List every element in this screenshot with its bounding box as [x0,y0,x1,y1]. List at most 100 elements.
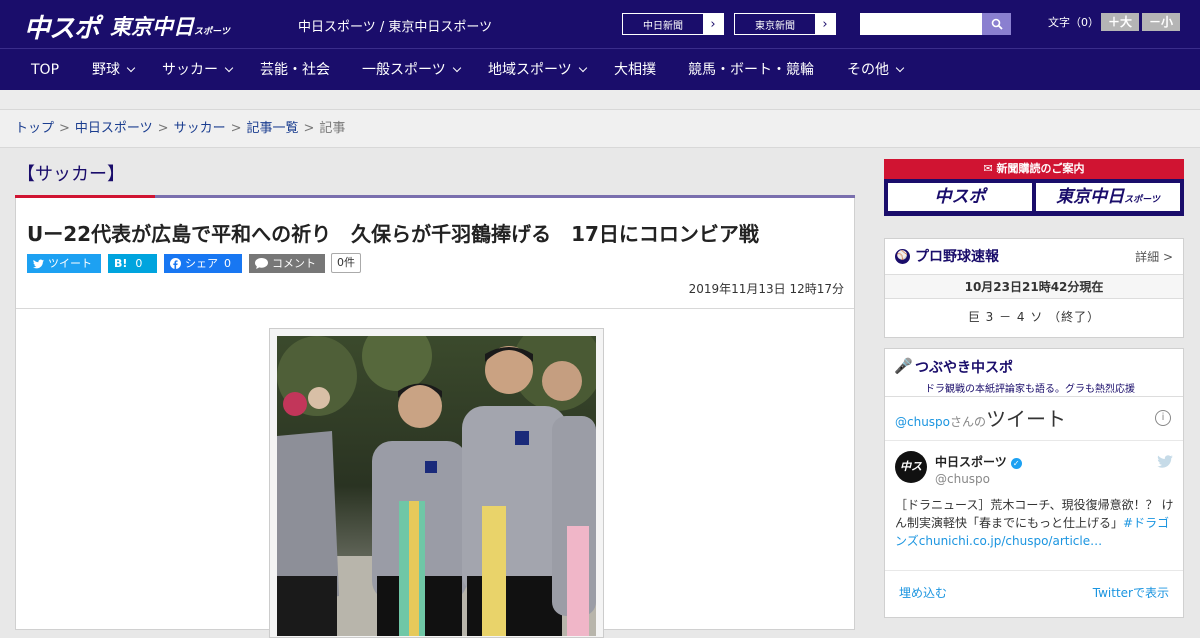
hatena-count: 0 [135,257,143,270]
article-photo-frame [269,328,604,638]
twitter-embed-title: @chuspoさんのツイート i [885,397,1183,441]
baseball-icon: ⚾ [895,249,910,264]
chuspo-logo[interactable]: 中スポ [24,8,100,45]
ad-tokyo-chunichi-text: 東京中日 [1056,187,1125,207]
article-divider [16,308,854,309]
nav-label: 競馬・ボート・競輪 [688,62,814,78]
breadcrumb-top[interactable]: トップ [15,121,54,136]
nav-item-baseball[interactable]: 野球 [92,49,136,91]
main-nav: TOP 野球 サッカー 芸能・社会 一般スポーツ 地域スポーツ 大相撲 競馬・ボ… [0,48,1200,90]
ad-tokyo-chunichi-logo[interactable]: 東京中日スポーツ [1036,183,1180,211]
chevron-right-icon: › [815,14,835,34]
spacer-band [0,90,1200,110]
subscription-banner[interactable]: ✉ 新聞購読のご案内 中スポ 東京中日スポーツ [884,159,1184,216]
microphone-icon: 🎤 [894,357,913,375]
breadcrumb-current: 記事 [319,121,346,136]
comment-bubble-icon [255,258,268,269]
chevron-right-icon: › [703,14,723,34]
game-score[interactable]: 巨 3 － 4 ソ （終了） [885,299,1183,335]
chevron-down-icon [895,63,905,73]
twitter-box-header: 🎤 つぶやき中スポ ドラ観戦の本紙評論家も語る。グラも熱烈応援 [885,349,1183,397]
tweet-author-label: 中日スポーツ [935,455,1007,469]
nav-label: 地域スポーツ [488,62,572,78]
comment-button[interactable]: コメント [249,254,325,273]
breadcrumb-separator: > [59,121,70,136]
hatena-icon: B! [114,257,128,270]
top-header: 中スポ 東京中日スポーツ 中日スポーツ / 東京中日スポーツ 中日新聞 › 東京… [0,0,1200,48]
category-title: 【サッカー】 [17,164,125,185]
chevron-down-icon [452,63,461,73]
nav-label: 野球 [92,62,120,78]
nav-item-regional-sports[interactable]: 地域スポーツ [488,49,587,91]
facebook-share-button[interactable]: シェア 0 [164,254,242,273]
twitter-bird-icon [33,259,44,268]
info-icon[interactable]: i [1155,410,1171,426]
nav-item-sumo[interactable]: 大相撲 [614,49,656,91]
twitter-box-subtitle: ドラ観戦の本紙評論家も語る。グラも熱烈応援 [925,384,1135,395]
tokyo-chunichi-logo-text: 東京中日 [110,15,194,39]
baseball-detail-link[interactable]: 詳細 > [1135,239,1173,275]
facebook-label: シェア [185,257,218,270]
tweet-item[interactable]: 中ス 中日スポーツ ✓ @chuspo ［ドラニュース］荒木コーチ、現役復帰意欲！… [885,441,1183,571]
verified-icon: ✓ [1010,458,1022,469]
tweet-author-name[interactable]: 中日スポーツ ✓ [935,453,1022,470]
nav-item-general-sports[interactable]: 一般スポーツ [362,49,461,91]
nav-item-soccer[interactable]: サッカー [162,49,234,91]
nav-label: 芸能・社会 [260,62,330,78]
breadcrumb-soccer[interactable]: サッカー [174,121,226,136]
chunichi-shimbun-button[interactable]: 中日新聞 › [622,13,724,35]
nav-item-entertainment[interactable]: 芸能・社会 [260,49,330,91]
twitter-bird-icon[interactable] [1157,453,1173,472]
twitter-embed: @chuspoさんのツイート i 中ス 中日スポーツ ✓ @chuspo ［ドラニ… [885,397,1183,615]
nav-item-other[interactable]: その他 [847,49,905,91]
subscription-banner-label: 新聞購読のご案内 [996,162,1085,175]
breadcrumb-chuspo[interactable]: 中日スポーツ [75,121,153,136]
chunichi-shimbun-label: 中日新聞 [643,20,683,32]
breadcrumb: トップ > 中日スポーツ > サッカー > 記事一覧 > 記事 [0,110,1200,148]
hatena-bookmark-button[interactable]: B! 0 [108,254,157,273]
comment-label: コメント [272,257,316,270]
baseball-box-header: ⚾ プロ野球速報 詳細 > [885,239,1183,275]
ad-chuspo-logo[interactable]: 中スポ [888,183,1032,211]
font-larger-button[interactable]: ＋大 [1101,13,1139,31]
nav-label: 一般スポーツ [362,62,446,78]
article-headline: Uー22代表が広島で平和への祈り 久保らが千羽鶴捧げる 17日にコロンビア戦 [27,222,759,246]
search-input[interactable] [860,13,982,35]
chevron-down-icon [224,63,234,73]
tokyo-shimbun-button[interactable]: 東京新聞 › [734,13,836,35]
twitter-box: 🎤 つぶやき中スポ ドラ観戦の本紙評論家も語る。グラも熱烈応援 @chuspoさ… [884,348,1184,618]
tokyo-chunichi-logo-small: スポーツ [194,27,230,37]
nav-label: サッカー [162,62,218,78]
search-icon [991,18,1003,30]
embed-link[interactable]: 埋め込む [899,571,947,615]
nav-item-top[interactable]: TOP [31,49,59,91]
tweet-label: ツイート [48,257,92,270]
embed-handle-link[interactable]: @chuspo [895,415,950,429]
subscription-banner-title: ✉ 新聞購読のご案内 [884,159,1184,179]
breadcrumb-separator: > [303,121,315,136]
newspaper-icon: ✉ [983,162,997,175]
chevron-down-icon [578,63,587,73]
nav-label: TOP [31,62,60,78]
breadcrumb-article-list[interactable]: 記事一覧 [247,121,299,136]
embed-title-text: ツイート [986,407,1067,431]
tweet-button[interactable]: ツイート [27,254,101,273]
facebook-count: 0 [224,257,231,270]
search-button[interactable] [982,13,1011,35]
ad-tokyo-chunichi-small: スポーツ [1124,195,1160,205]
nav-item-racing[interactable]: 競馬・ボート・競輪 [688,49,814,91]
site-title[interactable]: 中日スポーツ / 東京中日スポーツ [298,16,492,35]
article-photo[interactable] [277,336,596,636]
breadcrumb-separator: > [157,121,169,136]
tweet-text: ［ドラニュース］荒木コーチ、現役復帰意欲！？ けん制実演軽快「春までにもっと仕上… [895,496,1175,550]
tweet-author-handle[interactable]: @chuspo [935,472,990,486]
tokyo-shimbun-label: 東京新聞 [755,20,795,32]
breadcrumb-separator: > [230,121,242,136]
avatar[interactable]: 中ス [895,451,927,483]
font-smaller-button[interactable]: －小 [1142,13,1180,31]
comment-count: 0件 [331,253,361,273]
score-timestamp: 10月23日21時42分現在 [885,275,1183,299]
tokyo-chunichi-logo[interactable]: 東京中日スポーツ [110,11,230,41]
nav-label: 大相撲 [614,62,656,78]
view-on-twitter-link[interactable]: Twitterで表示 [1093,571,1169,615]
